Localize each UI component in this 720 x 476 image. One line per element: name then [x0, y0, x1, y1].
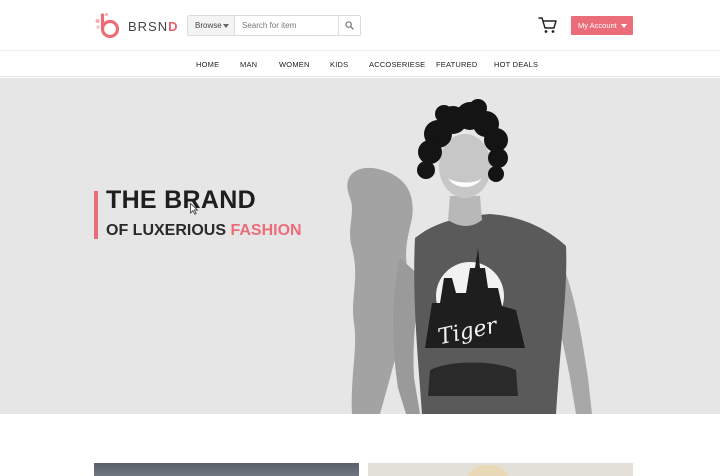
brand-name: BRSND	[128, 18, 179, 34]
browse-dropdown[interactable]: Browse	[188, 16, 235, 35]
nav-item-women[interactable]: WOMEN	[279, 52, 310, 77]
search-input[interactable]	[235, 16, 338, 35]
search-icon	[345, 21, 354, 30]
nav-item-accoseriese[interactable]: ACCOSERIESE	[369, 52, 425, 77]
nav-item-hot-deals[interactable]: HOT DEALS	[494, 52, 538, 77]
hero-banner: THE BRAND OF LUXERIOUS FASHION Tiger	[0, 78, 720, 414]
nav-item-home[interactable]: HOME	[196, 52, 219, 77]
featured-section	[0, 414, 720, 476]
hero-accent-bar	[94, 191, 98, 239]
site-header: BRSND Browse My Account	[0, 0, 720, 51]
hero-model-image: Tiger	[347, 99, 592, 414]
nav-item-featured[interactable]: FEATURED	[436, 52, 477, 77]
mouse-cursor-icon	[190, 203, 198, 215]
promo-banner-left[interactable]	[94, 463, 359, 476]
promo-banner-right[interactable]	[368, 463, 633, 476]
hero-subtitle: OF LUXERIOUS FASHION	[106, 222, 302, 239]
main-nav: HOME MAN WOMEN KIDS ACCOSERIESE FEATURED…	[0, 52, 720, 77]
nav-item-kids[interactable]: KIDS	[330, 52, 348, 77]
brand-logo[interactable]: BRSND	[94, 12, 179, 40]
search-button[interactable]	[338, 16, 360, 35]
logo-icon	[95, 13, 120, 39]
my-account-button[interactable]: My Account	[571, 16, 633, 35]
hero-title: THE BRAND	[106, 186, 256, 214]
search-bar: Browse	[187, 15, 361, 36]
promo-image	[468, 465, 508, 476]
browse-label: Browse	[195, 21, 222, 30]
nav-item-man[interactable]: MAN	[240, 52, 257, 77]
account-label: My Account	[578, 21, 617, 30]
chevron-down-icon	[223, 24, 229, 28]
chevron-down-icon	[621, 24, 627, 28]
cart-icon[interactable]	[538, 15, 558, 35]
